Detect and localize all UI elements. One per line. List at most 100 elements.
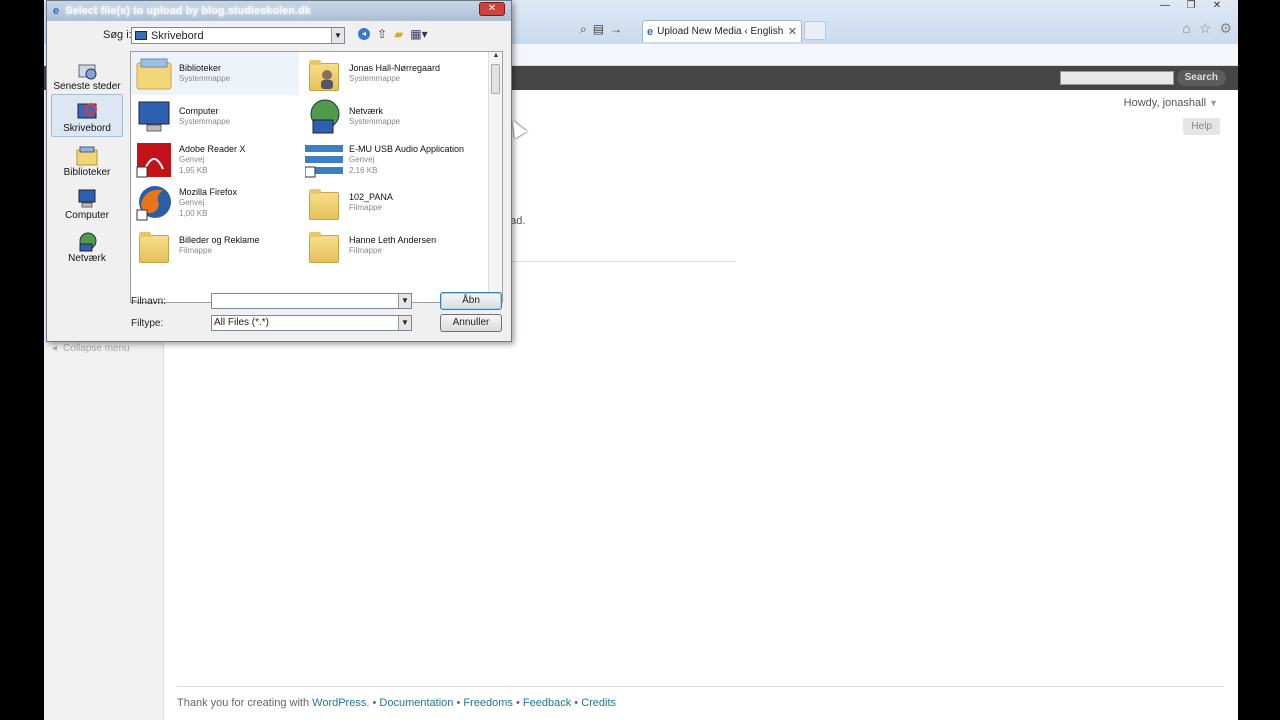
item-size: 1,00 KB [179,208,208,218]
place-network[interactable]: Netværk [51,223,123,266]
filetype-label: Filtype: [131,318,164,329]
chevron-down-icon: ▼ [398,316,411,330]
list-item[interactable]: Netværk Systemmappe [301,95,469,138]
browser-tab[interactable]: e Upload New Media ‹ English ... ✕ [642,20,802,42]
item-name: Hanne Leth Andersen [349,235,437,245]
folder-icon [305,227,343,265]
collapse-menu-label: Collapse menu [63,343,130,354]
home-icon[interactable]: ⌂ [1182,20,1190,37]
window-controls: — ❐ ✕ [1152,0,1230,14]
item-type: Systemmappe [349,74,401,83]
chevron-down-icon: ▼ [331,28,344,43]
documentation-link[interactable]: Documentation [379,697,453,709]
folder-icon [135,227,173,265]
go-arrow-icon[interactable]: → [610,22,622,37]
list-item[interactable]: Hanne Leth Andersen Filmappe [301,224,469,267]
file-list-scrollbar[interactable]: ▲ ▼ [488,52,502,302]
dialog-close-button[interactable]: ✕ [479,2,505,16]
feedback-link[interactable]: Feedback [523,697,571,709]
place-recent[interactable]: Seneste steder [51,51,123,94]
libraries-folder-icon [135,55,173,93]
footer-separator: • [574,697,579,709]
list-item[interactable]: Biblioteker Systemmappe [131,52,299,95]
place-libraries[interactable]: Biblioteker [51,137,123,180]
item-type: Filmappe [349,203,382,212]
look-in-label: Søg i: [103,29,132,41]
list-item[interactable]: Billeder og Reklame Filmappe [131,224,299,267]
back-arrow-icon[interactable]: ◂ [358,28,370,40]
place-computer[interactable]: Computer [51,180,123,223]
list-item[interactable]: Computer Systemmappe [131,95,299,138]
adobe-reader-icon [135,141,173,179]
item-type: Genvej [179,197,205,207]
desktop-icon [77,103,97,119]
dialog-titlebar[interactable]: e Select file(s) to upload by blog.studi… [47,1,511,21]
wp-footer: Thank you for creating with WordPress. •… [177,697,616,709]
footer-separator: • [456,697,461,709]
user-folder-icon [305,55,343,93]
dialog-title: Select file(s) to upload by blog.studies… [65,5,311,17]
up-folder-icon[interactable]: ⇧ [377,27,387,41]
item-type: Genvej [179,154,205,164]
item-type: Filmappe [349,246,382,255]
list-item[interactable]: E-MU USB Audio Application Genvej 2,16 KB [301,138,469,181]
emu-audio-icon [304,141,343,179]
list-item[interactable]: Jonas Hall-Nørregaard Systemmappe [301,52,469,95]
scrollbar-thumb[interactable] [491,64,500,94]
tab-close-icon[interactable]: ✕ [788,25,797,38]
new-tab-button[interactable] [804,21,826,40]
look-in-dropdown[interactable]: Skrivebord ▼ [131,27,345,44]
item-size: 1,95 KB [179,165,208,175]
list-item[interactable]: Adobe Reader X Genvej 1,95 KB [131,138,299,181]
footer-separator: • [372,697,377,709]
settings-gear-icon[interactable]: ⚙ [1219,20,1232,37]
filetype-dropdown[interactable]: All Files (*.*) ▼ [211,315,412,331]
cancel-button[interactable]: Annuller [440,314,502,332]
collapse-menu[interactable]: ◂ Collapse menu [52,343,130,354]
howdy-user-menu[interactable]: Howdy, jonashall ▼ [1124,97,1218,109]
filetype-value: All Files (*.*) [214,317,270,328]
wp-search-button[interactable]: Search [1176,70,1226,86]
places-bar: Seneste steder Skrivebord Biblioteker Co… [51,51,131,291]
favorites-star-icon[interactable]: ☆ [1199,20,1212,37]
recent-places-icon [78,64,97,80]
item-name: Computer [179,106,219,116]
filename-label: Filnavn: [131,296,167,307]
place-label: Skrivebord [63,123,111,134]
chevron-down-icon: ▼ [1209,98,1218,108]
place-label: Seneste steder [53,81,121,92]
restore-icon[interactable]: ❐ [1178,0,1204,14]
search-icon[interactable]: ⌕ [580,22,587,37]
place-desktop[interactable]: Skrivebord [51,94,123,137]
footer-separator: • [515,697,520,709]
chevron-down-icon[interactable]: ▼ [398,294,411,308]
ie-logo-icon: e [53,5,60,17]
item-name: Adobe Reader X [179,143,246,154]
item-type: Systemmappe [349,117,401,126]
minimize-icon[interactable]: — [1152,0,1178,14]
open-button[interactable]: Åbn [440,292,502,310]
compatibility-icon[interactable]: ▤ [593,22,604,37]
new-folder-icon[interactable]: ▰ [394,27,403,41]
item-name: Jonas Hall-Nørregaard [349,63,441,73]
collapse-arrow-icon: ◂ [52,343,58,354]
freedoms-link[interactable]: Freedoms [463,697,513,709]
wp-search-input[interactable] [1060,71,1174,85]
file-list: Biblioteker Systemmappe Jonas Hall-Nørreg… [130,51,503,303]
close-window-icon[interactable]: ✕ [1204,0,1230,14]
file-upload-dialog: e Select file(s) to upload by blog.studi… [46,0,512,342]
howdy-label: Howdy, jonashall [1123,97,1207,109]
wordpress-link[interactable]: WordPress. [312,697,369,709]
filename-input[interactable]: ▼ [211,293,412,309]
view-menu-icon[interactable]: ▦▾ [410,27,427,41]
address-bar-icons: ⌕ ▤ → [580,22,622,37]
ie-page-icon: e [647,25,654,38]
dialog-toolbar: ◂ ⇧ ▰ ▦▾ [358,27,428,41]
firefox-icon [135,184,173,222]
list-item[interactable]: Mozilla Firefox Genvej 1,00 KB [131,181,299,224]
scroll-up-icon[interactable]: ▲ [489,52,502,62]
list-item[interactable]: 102_PANA Filmappe [301,181,469,224]
help-button[interactable]: Help [1183,118,1220,135]
desktop-icon [135,31,147,40]
credits-link[interactable]: Credits [581,697,616,709]
